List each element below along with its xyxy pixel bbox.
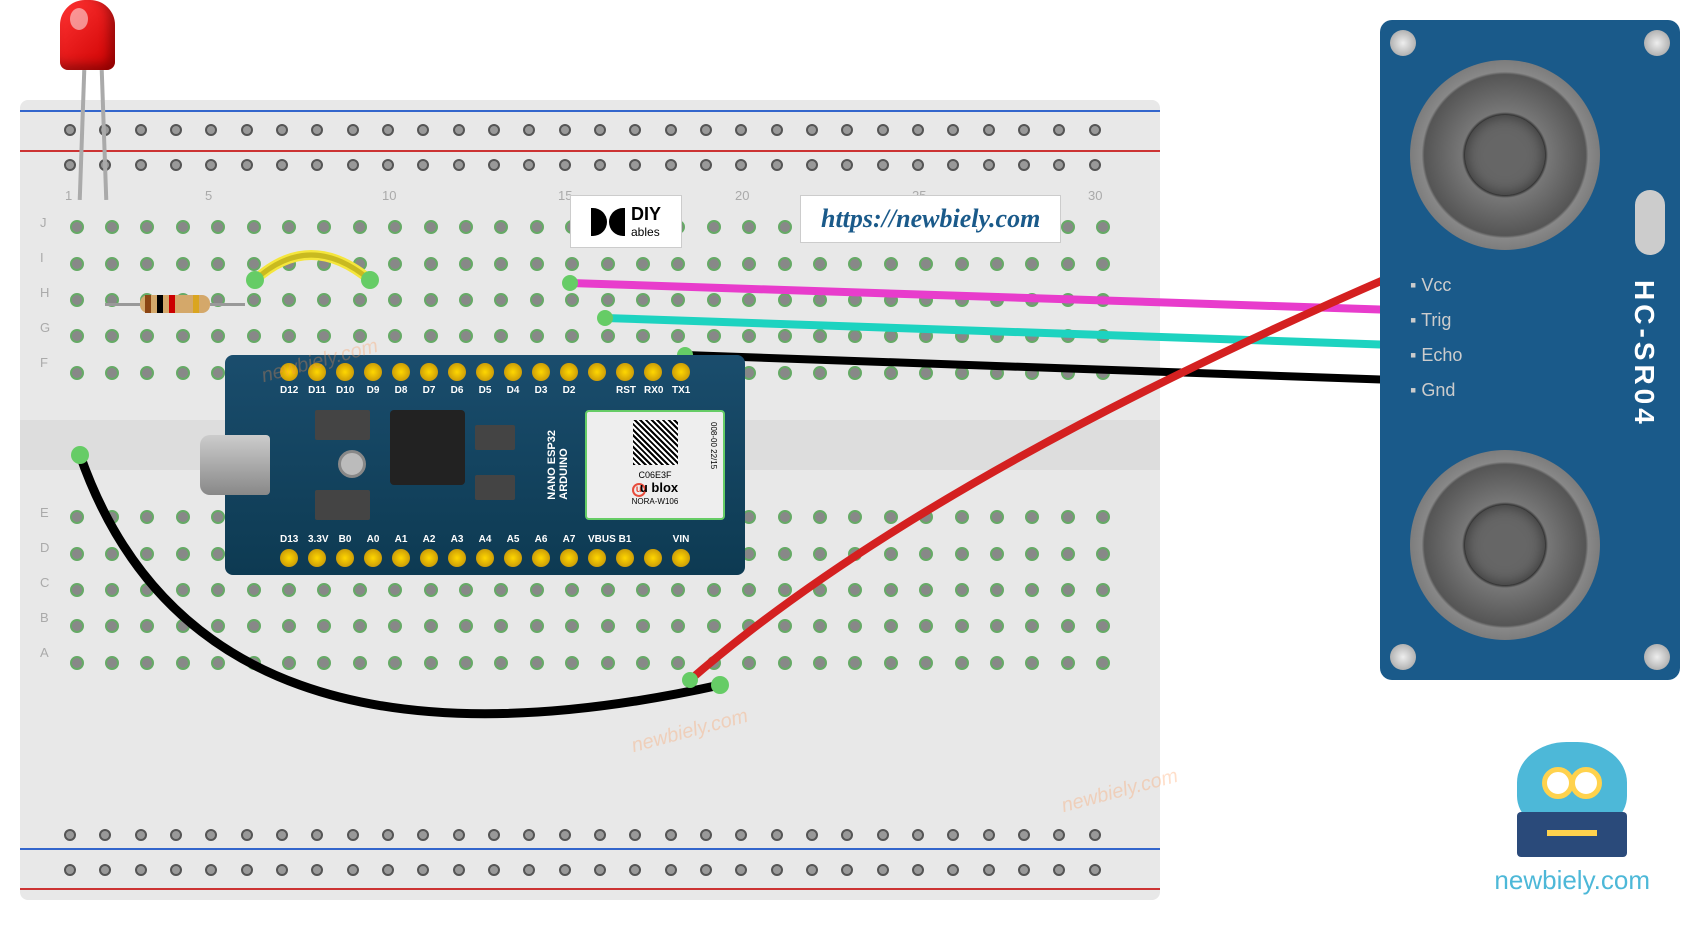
ultrasonic-receiver <box>1410 450 1600 640</box>
power-rail-bot-pos <box>20 888 1160 890</box>
col-num: 10 <box>382 188 396 203</box>
ublox-logo: uu blox <box>632 480 678 497</box>
smd-component <box>475 425 515 450</box>
row-label: G <box>40 320 50 335</box>
usb-c-port <box>200 435 270 495</box>
url-banner: https://newbiely.com <box>800 195 1061 243</box>
col-num: 30 <box>1088 188 1102 203</box>
resistor-band-1 <box>145 295 151 313</box>
rail-holes-bot-2 <box>60 860 1120 880</box>
hc-sr04-sensor: HC-SR04 ▪ Vcc ▪ Trig ▪ Echo ▪ Gnd <box>1380 20 1680 680</box>
arduino-brand-text: ARDUINO NANO ESP32 <box>546 430 570 500</box>
power-rail-top-neg <box>20 110 1160 112</box>
owl-icon <box>1507 737 1637 857</box>
smd-component <box>475 475 515 500</box>
rail-holes-top-2 <box>60 155 1120 175</box>
sensor-pin-trig: ▪ Trig <box>1410 310 1451 331</box>
smd-component <box>315 410 370 440</box>
screw-hole <box>1644 644 1670 670</box>
module-code: C06E3F <box>638 470 671 480</box>
pin-header-top <box>280 363 690 381</box>
diyables-text-1: DIY <box>631 204 661 225</box>
resistor-band-4 <box>193 295 199 313</box>
row-label: E <box>40 505 49 520</box>
newbiely-logo: newbiely.com <box>1494 737 1650 896</box>
power-rail-top-pos <box>20 150 1160 152</box>
module-batch: 008-00 22/15 <box>709 422 718 469</box>
main-chip <box>390 410 465 485</box>
sensor-pin-echo: ▪ Echo <box>1410 345 1462 366</box>
power-rail-bot-neg <box>20 848 1160 850</box>
pin-labels-bottom: D133.3VB0A0A1A2A3A4A5A6A7VBUSB1VIN <box>280 534 690 545</box>
pin-labels-top: D12D11D10D9D8D7D6D5D4D3D2RSTRX0TX1 <box>280 385 690 396</box>
resistor-band-2 <box>157 295 163 313</box>
rail-holes-top-1 <box>60 120 1120 140</box>
newbiely-text: newbiely.com <box>1494 865 1650 896</box>
resistor <box>105 295 245 313</box>
sensor-model-text: HC-SR04 <box>1628 280 1660 428</box>
row-label: C <box>40 575 49 590</box>
sensor-slot <box>1635 190 1665 255</box>
row-label: B <box>40 610 49 625</box>
led-body <box>60 0 115 70</box>
col-num: 5 <box>205 188 212 203</box>
reset-button <box>338 450 366 478</box>
row-label: I <box>40 250 44 265</box>
sensor-pin-vcc: ▪ Vcc <box>1410 275 1451 296</box>
screw-hole <box>1390 30 1416 56</box>
resistor-lead <box>210 303 245 306</box>
resistor-band-3 <box>169 295 175 313</box>
arduino-nano-esp32: D12D11D10D9D8D7D6D5D4D3D2RSTRX0TX1 D133.… <box>225 355 745 575</box>
row-label: F <box>40 355 48 370</box>
screw-hole <box>1390 644 1416 670</box>
col-num: 20 <box>735 188 749 203</box>
screw-hole <box>1644 30 1670 56</box>
col-num: 1 <box>65 188 72 203</box>
diyables-text-2: ables <box>631 225 661 239</box>
qr-code-icon <box>633 420 678 465</box>
diyables-banner: DIY ables <box>570 195 682 248</box>
diyables-logo-icon <box>591 208 625 236</box>
row-label: A <box>40 645 49 660</box>
row-label: H <box>40 285 49 300</box>
sensor-pin-gnd: ▪ Gnd <box>1410 380 1455 401</box>
pin-header-bottom <box>280 549 690 567</box>
ublox-module: 008-00 22/15 C06E3F uu blox NORA-W106 <box>585 410 725 520</box>
resistor-lead <box>105 303 140 306</box>
smd-component <box>315 490 370 520</box>
ultrasonic-transmitter <box>1410 60 1600 250</box>
led-red <box>60 0 115 70</box>
row-label: J <box>40 215 47 230</box>
row-label: D <box>40 540 49 555</box>
rail-holes-bot-1 <box>60 825 1120 845</box>
module-part: NORA-W106 <box>632 497 679 506</box>
